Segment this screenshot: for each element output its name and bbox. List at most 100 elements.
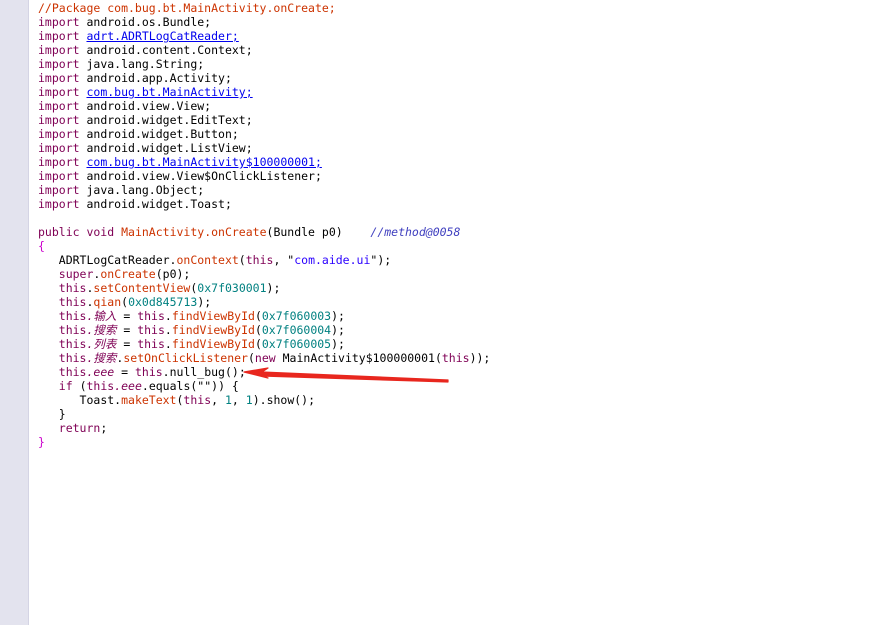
token-var: .列表 (86, 337, 117, 351)
token-number: 1 (224, 393, 232, 407)
token-fn: onContext (176, 253, 239, 267)
import-name: android.widget.EditText; (86, 113, 253, 127)
token: = (116, 323, 138, 337)
import-line: import android.widget.Button; (38, 127, 490, 141)
token-var: .eee (114, 379, 142, 393)
token: . (164, 323, 172, 337)
token: ; (100, 421, 108, 435)
token-this: this (137, 323, 165, 337)
import-line: import android.widget.ListView; (38, 141, 490, 155)
token: , (211, 393, 225, 407)
token: "); (370, 253, 392, 267)
import-name: android.app.Activity; (86, 71, 232, 85)
token-this: this (58, 323, 87, 337)
token: = (116, 309, 138, 323)
import-line: import android.widget.Toast; (38, 197, 490, 211)
token: ); (331, 323, 345, 337)
code-line-3: this.setContentView(0x7f030001); (38, 281, 490, 295)
code-line-11: Toast.makeText(this, 1, 1).show(); (38, 393, 490, 407)
token-this: this (58, 365, 87, 379)
token-this: this (137, 337, 165, 351)
open-brace: { (38, 239, 45, 253)
token-this: this (137, 309, 165, 323)
method-modifiers: public void (38, 225, 115, 239)
code-line-6: this.搜索 = this.findViewById(0x7f060004); (38, 323, 490, 337)
token-var: .搜索 (86, 351, 117, 365)
import-line: import com.bug.bt.MainActivity$100000001… (38, 155, 490, 169)
token-this: this (134, 365, 163, 379)
import-line: import android.view.View; (38, 99, 490, 113)
token-fn: makeText (121, 393, 177, 407)
token-var: .搜索 (86, 323, 117, 337)
import-name: java.lang.String; (86, 57, 205, 71)
package-comment: //Package com.bug.bt.MainActivity.onCrea… (38, 1, 336, 15)
import-line: import android.app.Activity; (38, 71, 490, 85)
code-line-10: if (this.eee.equals("")) { (38, 379, 490, 393)
token: .null_bug(); (162, 365, 246, 379)
token-kw: new (254, 351, 276, 365)
import-keyword: import (38, 57, 80, 71)
token-fn: findViewById (171, 323, 255, 337)
import-keyword: import (38, 43, 80, 57)
token-number: 0x7f060005 (261, 337, 332, 351)
import-keyword: import (38, 169, 80, 183)
import-link[interactable]: com.bug.bt.MainActivity; (86, 85, 252, 99)
token-number: 0x7f030001 (197, 281, 267, 295)
import-keyword: import (38, 141, 80, 155)
import-line: import java.lang.Object; (38, 183, 490, 197)
import-name: android.widget.ListView; (86, 141, 253, 155)
code-line-1: ADRTLogCatReader.onContext(this, "com.ai… (38, 253, 490, 267)
token-fn: qian (93, 295, 122, 309)
import-line: import java.lang.String; (38, 57, 490, 71)
code-line-7: this.列表 = this.findViewById(0x7f060005); (38, 337, 490, 351)
method-comment: //method@0058 (370, 225, 461, 239)
token-this: this (183, 393, 212, 407)
import-name: android.widget.Toast; (86, 197, 232, 211)
import-keyword: import (38, 155, 80, 169)
token-this: this (58, 309, 87, 323)
token-this: this (58, 295, 87, 309)
import-line: import android.widget.EditText; (38, 113, 490, 127)
token-fn: setContentView (93, 281, 191, 295)
code-editor[interactable]: //Package com.bug.bt.MainActivity.onCrea… (38, 1, 490, 449)
token-string: com.aide.ui (294, 253, 371, 267)
import-keyword: import (38, 15, 80, 29)
close-brace: } (38, 435, 45, 449)
token: ( (238, 253, 246, 267)
token: ( (247, 351, 255, 365)
token-var: .eee (86, 365, 115, 379)
token: ( (254, 309, 262, 323)
import-link[interactable]: adrt.ADRTLogCatReader; (86, 29, 238, 43)
token: ); (197, 295, 212, 309)
import-line: import android.view.View$OnClickListener… (38, 169, 490, 183)
token-fn: findViewById (171, 309, 255, 323)
code-line-8: this.搜索.setOnClickListener(new MainActiv… (38, 351, 491, 365)
import-keyword: import (38, 99, 80, 113)
code-line-4: this.qian(0x0d845713); (38, 295, 490, 309)
import-line: import com.bug.bt.MainActivity; (38, 85, 490, 99)
token: . (164, 309, 172, 323)
import-name: java.lang.Object; (86, 183, 205, 197)
token: ); (266, 281, 281, 295)
token-kw: return (58, 421, 101, 435)
import-block: import android.os.Bundle; import adrt.ADR… (38, 15, 490, 211)
line-gutter (0, 0, 29, 625)
import-name: android.view.View; (86, 99, 212, 113)
token: )); (469, 351, 491, 365)
inner-close-brace: } (58, 407, 66, 421)
token: Toast. (79, 393, 122, 407)
import-keyword: import (38, 197, 80, 211)
token: , (231, 393, 246, 407)
token: ADRTLogCatReader. (58, 253, 177, 267)
code-line-5: this.输入 = this.findViewById(0x7f060003); (38, 309, 490, 323)
token-this: this (58, 351, 87, 365)
token: ( (254, 337, 262, 351)
import-name: android.content.Context; (86, 43, 253, 57)
import-keyword: import (38, 127, 80, 141)
code-line-2: super.onCreate(p0); (38, 267, 490, 281)
import-keyword: import (38, 29, 80, 43)
token: MainActivity$100000001( (275, 351, 442, 365)
import-link[interactable]: com.bug.bt.MainActivity$100000001; (86, 155, 321, 169)
token: .equals("")) { (141, 379, 239, 393)
